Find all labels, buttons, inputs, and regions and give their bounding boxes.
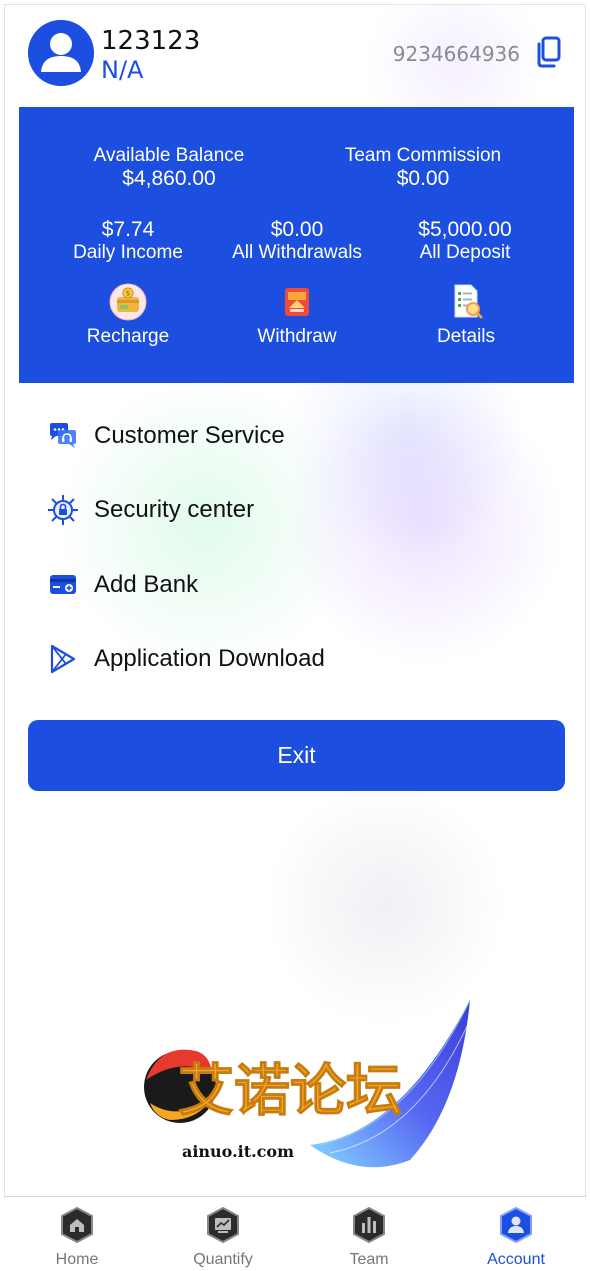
available-balance-label: Available Balance <box>93 145 245 166</box>
menu-item-application-download[interactable]: Application Download <box>46 636 546 682</box>
team-commission-label: Team Commission <box>344 145 502 166</box>
details-button[interactable]: Details <box>396 282 536 348</box>
copy-icon[interactable] <box>534 36 562 68</box>
all-deposit-value: $5,000.00 <box>418 218 512 241</box>
available-balance-value: $4,860.00 <box>122 167 216 190</box>
team-commission: Team Commission $0.00 <box>333 145 513 191</box>
user-level: N/A <box>101 56 144 84</box>
nav-home[interactable]: Home <box>17 1205 137 1269</box>
details-label: Details <box>436 326 496 347</box>
nav-home-label: Home <box>55 1251 99 1268</box>
avatar-icon <box>28 20 94 86</box>
balance-panel: Available Balance $4,860.00 Team Commiss… <box>19 107 574 383</box>
menu-item-add-bank[interactable]: Add Bank <box>46 562 546 608</box>
daily-income: $7.74 Daily Income <box>58 218 198 264</box>
profile-header: 123123 N/A 9234664936 <box>28 20 568 86</box>
all-deposit: $5,000.00 All Deposit <box>395 218 535 264</box>
chat-support-icon <box>46 419 80 453</box>
shield-lock-icon <box>46 493 80 527</box>
nav-quantify-label: Quantify <box>193 1251 253 1268</box>
nav-team-label: Team <box>349 1251 389 1268</box>
menu-label-customer-service: Customer Service <box>94 422 285 449</box>
document-search-icon <box>446 282 486 322</box>
menu-item-customer-service[interactable]: Customer Service <box>46 413 546 459</box>
play-store-icon <box>46 642 80 676</box>
account-icon <box>496 1205 536 1245</box>
available-balance: Available Balance $4,860.00 <box>79 145 259 191</box>
phone-number: 9234664936 <box>392 42 520 66</box>
nav-account[interactable]: Account <box>456 1205 576 1269</box>
menu-label-security-center: Security center <box>94 496 255 523</box>
bottom-nav: Home Quantify Team Account <box>4 1196 586 1268</box>
wallet-coin-icon: $ <box>108 282 148 322</box>
home-icon <box>57 1205 97 1245</box>
nav-team[interactable]: Team <box>309 1205 429 1269</box>
all-withdrawals: $0.00 All Withdrawals <box>217 218 377 264</box>
withdraw-card-icon <box>277 282 317 322</box>
menu-label-add-bank: Add Bank <box>94 571 199 598</box>
svg-text:$: $ <box>126 290 130 298</box>
withdraw-label: Withdraw <box>257 326 337 347</box>
menu-label-application-download: Application Download <box>94 645 325 672</box>
team-commission-value: $0.00 <box>396 167 450 190</box>
nav-quantify[interactable]: Quantify <box>163 1205 283 1269</box>
watermark-title: 艾诺论坛 <box>178 1059 402 1124</box>
all-withdrawals-label: All Withdrawals <box>232 242 362 263</box>
username: 123123 <box>101 26 201 56</box>
all-withdrawals-value: $0.00 <box>270 218 324 241</box>
daily-income-label: Daily Income <box>73 242 183 263</box>
recharge-label: Recharge <box>86 326 170 347</box>
watermark-domain: ainuo.it.com <box>182 1142 294 1161</box>
forum-watermark-logo: 艾诺论坛 ainuo.it.com <box>140 995 500 1175</box>
all-deposit-label: All Deposit <box>419 242 511 263</box>
exit-button[interactable]: Exit <box>28 720 565 791</box>
daily-income-value: $7.74 <box>101 218 155 241</box>
withdraw-button[interactable]: Withdraw <box>227 282 367 348</box>
menu-item-security-center[interactable]: Security center <box>46 487 546 533</box>
chart-icon <box>203 1205 243 1245</box>
nav-account-label: Account <box>487 1251 545 1268</box>
recharge-button[interactable]: $ Recharge <box>58 282 198 348</box>
team-bars-icon <box>349 1205 389 1245</box>
bank-card-icon <box>46 568 80 602</box>
